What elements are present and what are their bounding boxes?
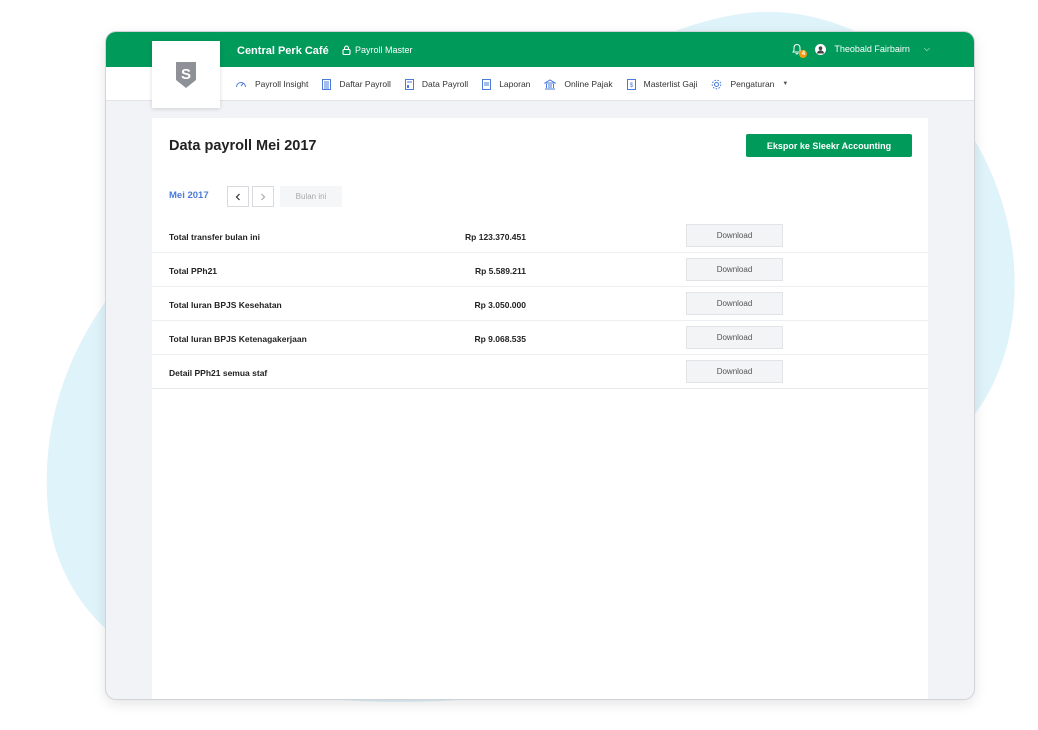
nav-label: Masterlist Gaji [643,79,698,89]
chevron-left-icon [235,193,240,200]
nav-item-pengaturan[interactable]: Pengaturan ▼ [711,79,788,90]
nav-item-payroll-insight[interactable]: Payroll Insight [235,79,308,89]
report-icon [482,78,492,90]
payroll-summary-list: Total transfer bulan ini Rp 123.370.451 … [152,219,928,389]
row-value: Rp 5.589.211 [474,266,526,276]
nav-item-daftar-payroll[interactable]: Daftar Payroll [322,78,391,90]
nav-item-laporan[interactable]: Laporan [482,78,531,90]
row-value: Rp 123.370.451 [465,232,526,242]
company-name[interactable]: Central Perk Café [237,45,329,57]
user-menu[interactable]: Theobald Fairbairn ⌵ [815,43,930,55]
top-bar: Central Perk Café Payroll Master 4 Theob… [106,32,974,67]
svg-text:$: $ [629,83,633,89]
role-text: Payroll Master [355,45,413,55]
table-row: Detail PPh21 semua staf Download [152,355,928,389]
table-row: Total Iuran BPJS Kesehatan Rp 3.050.000 … [152,287,928,321]
download-button[interactable]: Download [686,326,783,349]
screenshot-stage: Central Perk Café Payroll Master 4 Theob… [0,0,1038,730]
chevron-right-icon [261,193,266,200]
header-right: 4 Theobald Fairbairn ⌵ [791,43,930,58]
nav-label: Online Pajak [564,79,613,89]
lock-icon [342,45,351,55]
main-nav: Payroll Insight Daftar Payroll Data Payr… [235,67,802,101]
page-title: Data payroll Mei 2017 [169,138,317,154]
next-month-button[interactable] [252,186,274,207]
app-logo[interactable]: S [152,41,220,108]
month-label[interactable]: Mei 2017 [169,190,209,201]
download-button[interactable]: Download [686,360,783,383]
user-name: Theobald Fairbairn [834,44,910,54]
table-row: Total transfer bulan ini Rp 123.370.451 … [152,219,928,253]
nav-item-online-pajak[interactable]: Online Pajak [544,78,613,90]
role-label: Payroll Master [342,45,413,55]
gear-icon [712,79,722,89]
table-row: Total Iuran BPJS Ketenagakerjaan Rp 9.06… [152,321,928,355]
user-icon [817,45,825,53]
row-label: Detail PPh21 semua staf [169,368,268,378]
export-button[interactable]: Ekspor ke Sleekr Accounting [746,134,912,157]
avatar [815,43,827,55]
content-panel: Data payroll Mei 2017 Ekspor ke Sleekr A… [152,118,928,699]
nav-label: Daftar Payroll [339,79,391,89]
download-button[interactable]: Download [686,224,783,247]
row-value: Rp 9.068.535 [474,334,526,344]
nav-label: Pengaturan [730,79,775,89]
download-button[interactable]: Download [686,258,783,281]
app-window: Central Perk Café Payroll Master 4 Theob… [106,32,974,699]
download-button[interactable]: Download [686,292,783,315]
caret-down-icon: ▼ [782,81,789,87]
document-icon [404,78,414,90]
chevron-down-icon: ⌵ [923,44,930,53]
nav-label: Laporan [499,79,531,89]
row-label: Total Iuran BPJS Kesehatan [169,300,282,310]
previous-month-button[interactable] [227,186,249,207]
table-row: Total PPh21 Rp 5.589.211 Download [152,253,928,287]
svg-text:S: S [181,66,191,83]
row-label: Total transfer bulan ini [169,232,260,242]
gauge-icon [236,82,246,88]
shield-logo-icon: S [176,61,196,88]
row-label: Total Iuran BPJS Ketenagakerjaan [169,334,307,344]
row-value: Rp 3.050.000 [474,300,526,310]
notification-badge: 4 [799,50,808,58]
nav-item-data-payroll[interactable]: Data Payroll [404,78,469,90]
notification-button[interactable]: 4 [791,43,808,58]
bank-icon [544,78,557,89]
nav-label: Data Payroll [421,79,469,89]
nav-bar: Payroll Insight Daftar Payroll Data Payr… [106,67,974,101]
salary-icon: $ [626,78,636,90]
nav-item-masterlist-gaji[interactable]: $ Masterlist Gaji [626,78,698,90]
list-icon [322,78,332,90]
row-label: Total PPh21 [169,266,218,276]
nav-label: Payroll Insight [255,79,309,89]
this-month-button[interactable]: Bulan ini [280,186,342,207]
